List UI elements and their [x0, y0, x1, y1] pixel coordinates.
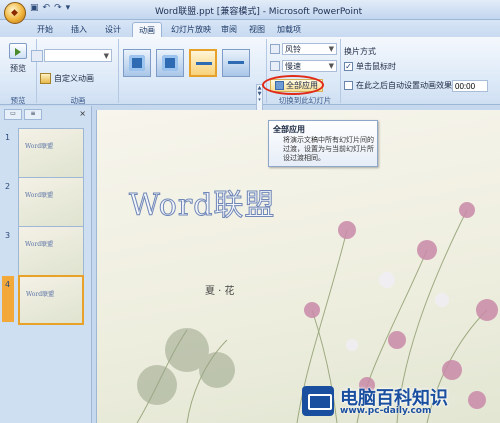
ribbon: 预览 预览 ▼ 自定义动画 动画 ▲ ▼ ▾ 风铃 ▼ 慢速 ▼ 切换到此幻灯片 换…: [0, 37, 500, 118]
group-label-transition: 切换到此幻灯片: [278, 96, 332, 105]
slide-thumbnail[interactable]: Word联盟: [18, 226, 84, 276]
sound-icon: [270, 44, 280, 54]
transition-preview-icon: [228, 61, 244, 64]
transition-thumb-selected[interactable]: [189, 49, 217, 77]
transition-speed-dropdown[interactable]: 慢速 ▼: [282, 60, 337, 72]
customize-icon[interactable]: ▾: [66, 3, 71, 13]
chevron-down-icon: ▼: [328, 62, 334, 70]
group-divider: [36, 39, 37, 103]
transition-preview-icon: [129, 55, 145, 71]
slide-title[interactable]: Word联盟: [128, 180, 275, 224]
title-bar: ◆ ▣ ↶ ↷ ▾ Word联盟.ppt [兼容模式] - Microsoft …: [0, 0, 500, 24]
watermark-url: www.pc-daily.com: [340, 406, 432, 416]
transition-preview-icon: [162, 55, 178, 71]
speed-icon: [270, 61, 280, 71]
custom-animation-button[interactable]: 自定义动画: [40, 73, 94, 84]
auto-advance-checkbox[interactable]: [344, 81, 353, 90]
transition-speed-row: [270, 61, 280, 71]
transition-sound-row: [270, 44, 280, 54]
tooltip-body: 将演示文稿中所有幻灯片间的过渡，设置为与当前幻灯片所设过渡相同。: [283, 136, 374, 162]
tab-review[interactable]: 审阅: [218, 22, 240, 37]
tab-animations[interactable]: 动画: [132, 22, 162, 37]
highlight-ring: [262, 75, 324, 95]
transition-thumb[interactable]: [123, 49, 151, 77]
office-button[interactable]: ◆: [4, 2, 26, 24]
transition-thumb[interactable]: [222, 49, 250, 77]
slide-number: 1: [5, 133, 11, 142]
apply-all-tooltip: 全部应用 将演示文稿中所有幻灯片间的过渡，设置为与当前幻灯片所设过渡相同。: [268, 120, 378, 167]
slide-number: 3: [5, 231, 11, 240]
tab-design[interactable]: 设计: [100, 22, 126, 37]
advance-slide-title: 换片方式: [344, 47, 376, 56]
transition-preview-icon: [196, 62, 212, 65]
slide-number: 2: [5, 182, 11, 191]
animation-icon: [31, 50, 43, 62]
slide-thumbnail[interactable]: Word联盟: [18, 128, 84, 178]
tooltip-title: 全部应用: [273, 125, 305, 134]
redo-icon[interactable]: ↷: [54, 3, 62, 13]
auto-advance-option[interactable]: 在此之后自动设置动画效果:: [344, 80, 455, 91]
group-divider: [118, 39, 119, 103]
auto-advance-time-input[interactable]: [452, 80, 488, 92]
save-icon[interactable]: ▣: [30, 3, 39, 13]
undo-icon[interactable]: ↶: [43, 3, 51, 13]
slide-subtitle[interactable]: 夏 · 花: [205, 282, 235, 297]
close-icon[interactable]: ×: [79, 109, 86, 118]
quick-access-toolbar: ▣ ↶ ↷ ▾: [30, 3, 70, 13]
group-divider: [340, 39, 341, 103]
tab-slideshow[interactable]: 幻灯片放映: [168, 22, 214, 37]
custom-animation-icon: [40, 73, 51, 84]
group-label-preview: 预览: [10, 96, 26, 105]
tab-addins[interactable]: 加载项: [274, 22, 304, 37]
on-click-checkbox[interactable]: ✓: [344, 62, 353, 71]
tab-insert[interactable]: 插入: [66, 22, 92, 37]
slides-pane: ▭ ≡ × 1 Word联盟 2 Word联盟 3 Word联盟 4 Word联…: [0, 106, 92, 423]
slide-thumbnail-selected[interactable]: Word联盟: [18, 275, 84, 325]
group-label-animation: 动画: [70, 96, 86, 105]
preview-button[interactable]: 预览: [5, 41, 31, 81]
slide-thumbnail[interactable]: Word联盟: [18, 177, 84, 227]
ribbon-tabs: 开始 插入 设计 动画 幻灯片放映 审阅 视图 加载项: [0, 20, 500, 37]
preview-icon: [9, 43, 27, 59]
animation-dropdown[interactable]: ▼: [31, 49, 112, 62]
chevron-down-icon: ▼: [103, 52, 109, 60]
transition-thumb[interactable]: [156, 49, 184, 77]
window-title: Word联盟.ppt [兼容模式] - Microsoft PowerPoint: [155, 7, 363, 17]
tab-home[interactable]: 开始: [32, 22, 58, 37]
outline-tab-icon[interactable]: ≡: [24, 109, 42, 120]
chevron-down-icon: ▼: [328, 45, 334, 53]
transition-gallery: [123, 49, 250, 77]
group-divider: [266, 39, 267, 103]
tab-view[interactable]: 视图: [246, 22, 268, 37]
slide-number: 4: [5, 280, 11, 289]
on-click-option[interactable]: ✓ 单击鼠标时: [344, 61, 396, 72]
slides-tab-icon[interactable]: ▭: [4, 109, 22, 120]
pane-tabs: ▭ ≡: [4, 109, 42, 120]
site-watermark: 电脑百科知识 www.pc-daily.com: [300, 380, 500, 423]
transition-sound-dropdown[interactable]: 风铃 ▼: [282, 43, 337, 55]
monitor-logo-icon: [302, 386, 334, 416]
